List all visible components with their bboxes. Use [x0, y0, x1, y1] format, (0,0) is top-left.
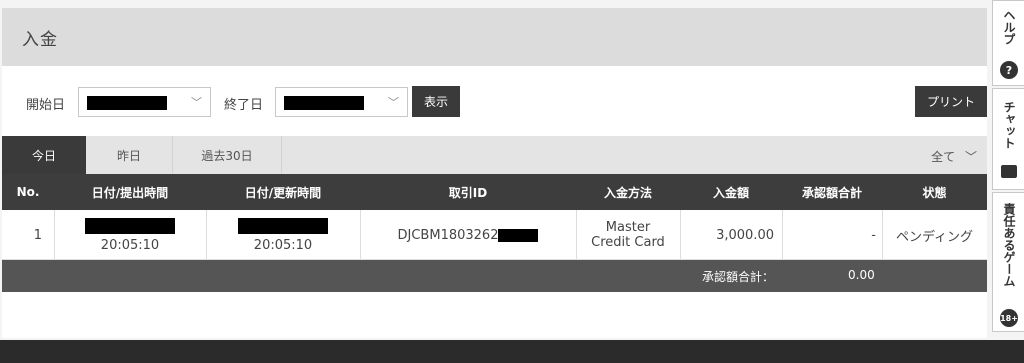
- chat-icon: [1001, 165, 1017, 178]
- row-amount: 3,000.00: [716, 227, 774, 243]
- tab-divider: [281, 136, 282, 174]
- row-no: 1: [33, 227, 42, 243]
- table-header: No. 日付/提出時間 日付/更新時間 取引ID 入金方法 入金額 承認額合計 …: [2, 174, 987, 210]
- chevron-down-icon: ﹀: [964, 150, 977, 164]
- responsible-gaming-label: 責任あるゲーム: [1002, 203, 1016, 287]
- row-submit-time: 20:05:10: [100, 237, 160, 253]
- total-bar: 承認額合計： 0.00: [2, 260, 987, 292]
- redacted-txn-suffix: [498, 228, 539, 242]
- col-divider: [54, 210, 55, 260]
- chevron-down-icon: ﹀: [388, 96, 399, 109]
- col-no: No.: [16, 185, 40, 199]
- row-submit-time-cell: 20:05:10: [54, 210, 206, 260]
- col-submit-time: 日付/提出時間: [91, 185, 169, 200]
- redacted-value: [284, 96, 364, 110]
- col-transaction-id: 取引ID: [448, 185, 488, 200]
- age-18-icon: 18+: [1000, 309, 1018, 327]
- end-date-select[interactable]: ﹀: [275, 87, 408, 117]
- row-update-time-cell: 20:05:10: [206, 210, 360, 260]
- title-bar: 入金: [2, 8, 987, 66]
- col-divider: [782, 210, 783, 260]
- row-approved-total: -: [871, 227, 876, 243]
- row-method-cell: Master Credit Card: [576, 210, 680, 260]
- redacted-date: [85, 217, 175, 234]
- col-divider: [576, 210, 577, 260]
- deposit-panel: 入金 開始日 ﹀ 終了日 ﹀ 表示 プリント 今日 昨日 過去30日 全て ﹀ …: [2, 8, 987, 338]
- date-range-tabs: 今日 昨日 過去30日 全て ﹀: [2, 136, 987, 174]
- filter-row: 開始日 ﹀ 終了日 ﹀ 表示 プリント: [2, 86, 987, 118]
- col-status: 状態: [922, 185, 947, 200]
- help-label: ヘルプ: [1002, 9, 1016, 45]
- start-date-select[interactable]: ﹀: [78, 87, 211, 117]
- redacted-date: [238, 217, 328, 234]
- show-button[interactable]: 表示: [412, 86, 460, 117]
- help-icon: ?: [1000, 61, 1018, 79]
- redacted-value: [87, 96, 167, 110]
- table-row: 1 20:05:10 20:05:10 DJCBM1803262 Master …: [2, 210, 987, 260]
- col-amount: 入金額: [712, 185, 749, 200]
- tab-yesterday[interactable]: 昨日: [86, 136, 172, 174]
- print-button[interactable]: プリント: [915, 86, 987, 117]
- col-divider: [206, 210, 207, 260]
- total-label: 承認額合計：: [702, 270, 775, 284]
- tab-last-30-days[interactable]: 過去30日: [173, 136, 281, 174]
- row-txn-id: DJCBM1803262: [397, 227, 499, 243]
- row-txn-id-cell: DJCBM1803262: [360, 210, 576, 260]
- total-value: 0.00: [848, 268, 875, 282]
- col-method: 入金方法: [603, 185, 652, 200]
- col-update-time: 日付/更新時間: [244, 185, 322, 200]
- row-method-line1: Master: [605, 220, 651, 235]
- chat-side-tab[interactable]: チャット: [992, 88, 1024, 190]
- page: 入金 開始日 ﹀ 終了日 ﹀ 表示 プリント 今日 昨日 過去30日 全て ﹀ …: [0, 0, 1024, 363]
- responsible-gaming-side-tab[interactable]: 責任あるゲーム 18+: [992, 192, 1024, 332]
- status-filter-label: 全て: [931, 150, 956, 164]
- row-status: ペンディング: [895, 229, 974, 245]
- col-approved-total: 承認額合計: [801, 185, 862, 200]
- col-divider: [360, 210, 361, 260]
- col-divider: [680, 210, 681, 260]
- side-tab-strip: ヘルプ ? チャット 責任あるゲーム 18+: [992, 0, 1024, 340]
- status-filter-dropdown[interactable]: 全て ﹀: [931, 148, 977, 165]
- row-update-time: 20:05:10: [253, 237, 313, 253]
- page-title: 入金: [22, 29, 58, 50]
- tab-today[interactable]: 今日: [2, 136, 86, 174]
- footer-bar: [0, 340, 1024, 363]
- end-date-label: 終了日: [224, 98, 264, 113]
- chevron-down-icon: ﹀: [191, 96, 202, 109]
- help-side-tab[interactable]: ヘルプ ?: [992, 0, 1024, 86]
- row-method-line2: Credit Card: [591, 235, 665, 250]
- chat-label: チャット: [1002, 101, 1016, 149]
- start-date-label: 開始日: [26, 98, 66, 113]
- col-divider: [882, 210, 883, 260]
